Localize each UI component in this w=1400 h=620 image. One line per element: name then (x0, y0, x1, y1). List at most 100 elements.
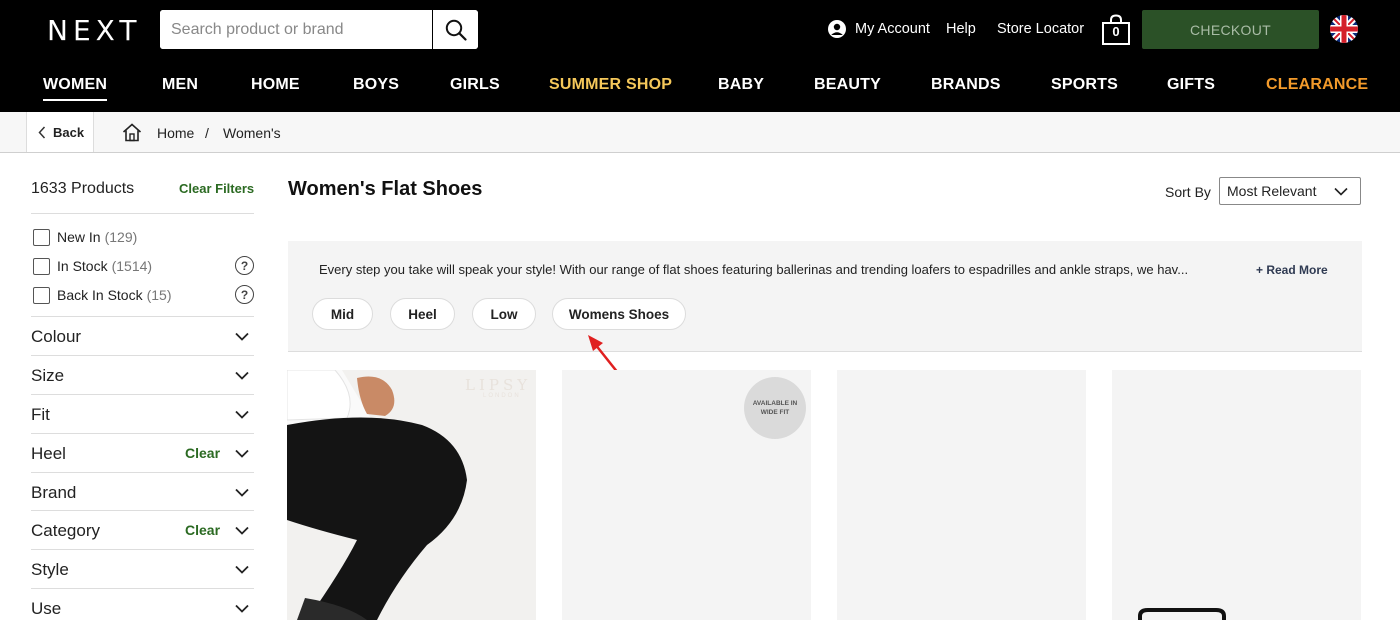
my-account-link[interactable]: My Account (828, 18, 930, 40)
filter-count: (15) (146, 287, 172, 303)
bag-count: 0 (1112, 24, 1120, 39)
product-card-1[interactable]: LIPSY LONDON (287, 370, 536, 620)
chevron-down-icon (235, 332, 249, 341)
facet-category[interactable]: Category Clear (31, 511, 254, 549)
nav-clearance[interactable]: CLEARANCE (1266, 76, 1368, 94)
help-link[interactable]: Help (946, 18, 976, 40)
nav-women[interactable]: WOMEN (43, 76, 108, 101)
next-logo[interactable]: NEXT (47, 14, 141, 47)
checkbox[interactable] (33, 286, 50, 304)
facet-use[interactable]: Use (31, 589, 254, 620)
nav-beauty[interactable]: BEAUTY (814, 76, 881, 94)
filter-new-in[interactable]: New In (129) (33, 228, 137, 246)
page-title: Women's Flat Shoes (288, 178, 483, 200)
sort-by-label: Sort By (1165, 184, 1211, 200)
nav-men[interactable]: MEN (162, 76, 198, 94)
filter-label: Back In Stock (57, 287, 143, 303)
facet-style[interactable]: Style (31, 550, 254, 588)
category-description-panel: Every step you take will speak your styl… (288, 241, 1362, 352)
nav-baby[interactable]: BABY (718, 76, 764, 94)
breadcrumb-current[interactable]: Women's (223, 125, 281, 141)
wide-fit-badge: AVAILABLE IN WIDE FIT (744, 377, 806, 439)
site-header: NEXT My Account Help Store Locator 0 CHE… (0, 0, 1400, 112)
breadcrumb-separator: / (205, 125, 209, 141)
back-label: Back (53, 124, 85, 140)
facet-label: Size (31, 366, 65, 385)
breadcrumb-home[interactable]: Home (157, 125, 194, 141)
product-card-3[interactable] (837, 370, 1086, 620)
facet-label: Use (31, 599, 62, 618)
question-mark-icon[interactable]: ? (235, 256, 254, 275)
account-icon (828, 20, 846, 38)
facet-label: Colour (31, 327, 82, 346)
facet-label: Fit (31, 405, 50, 424)
filter-back-in-stock[interactable]: Back In Stock (15) (33, 286, 172, 304)
product-count: 1633 Products (31, 180, 135, 197)
chevron-down-icon (235, 449, 249, 458)
facet-clear-link[interactable]: Clear (185, 522, 220, 538)
nav-girls[interactable]: GIRLS (450, 76, 500, 94)
chevron-left-icon (38, 125, 46, 139)
facet-clear-link[interactable]: Clear (185, 445, 220, 461)
filter-label: New In (57, 229, 101, 245)
nav-brands[interactable]: BRANDS (931, 76, 1001, 94)
shopping-bag-button[interactable]: 0 (1101, 14, 1131, 46)
chevron-down-icon (235, 488, 249, 497)
nav-sports[interactable]: SPORTS (1051, 76, 1118, 94)
chevron-down-icon (235, 604, 249, 613)
product-image (1138, 608, 1226, 620)
facet-label: Heel (31, 444, 66, 463)
chevron-down-icon (1334, 187, 1348, 196)
home-icon[interactable] (122, 123, 142, 142)
facet-size[interactable]: Size (31, 356, 254, 394)
chevron-down-icon (235, 565, 249, 574)
chip-womens-shoes[interactable]: Womens Shoes (552, 298, 686, 330)
filter-label: In Stock (57, 258, 108, 274)
search-input[interactable] (160, 10, 432, 49)
chevron-down-icon (235, 371, 249, 380)
search-icon (445, 19, 467, 41)
nav-summer-shop[interactable]: SUMMER SHOP (549, 76, 672, 94)
checkbox[interactable] (33, 257, 50, 275)
breadcrumb-bar: Back Home / Women's (0, 112, 1400, 153)
product-card-4[interactable] (1112, 370, 1361, 620)
facet-heel[interactable]: Heel Clear (31, 434, 254, 472)
back-button[interactable]: Back (26, 112, 94, 152)
filter-count: (129) (104, 229, 138, 245)
chevron-down-icon (235, 526, 249, 535)
facet-fit[interactable]: Fit (31, 395, 254, 433)
chip-mid[interactable]: Mid (312, 298, 373, 330)
product-image (287, 370, 536, 620)
my-account-label: My Account (855, 21, 930, 37)
checkout-button[interactable]: CHECKOUT (1142, 10, 1319, 49)
lipsy-logo: LIPSY (465, 376, 532, 394)
facet-label: Brand (31, 483, 77, 502)
category-description: Every step you take will speak your styl… (319, 262, 1189, 277)
nav-gifts[interactable]: GIFTS (1167, 76, 1215, 94)
search-button[interactable] (432, 10, 478, 49)
facet-brand[interactable]: Brand (31, 473, 254, 511)
chip-heel[interactable]: Heel (390, 298, 455, 330)
facet-label: Style (31, 560, 69, 579)
chip-low[interactable]: Low (472, 298, 536, 330)
checkbox[interactable] (33, 228, 50, 246)
question-mark-icon[interactable]: ? (235, 285, 254, 304)
read-more-link[interactable]: + Read More (1256, 263, 1328, 277)
nav-home[interactable]: HOME (251, 76, 300, 94)
clear-filters-link[interactable]: Clear Filters (179, 181, 254, 196)
filter-count: (1514) (111, 258, 153, 274)
product-card-2[interactable]: AVAILABLE IN WIDE FIT (562, 370, 811, 620)
uk-flag-icon (1330, 15, 1358, 43)
sort-value: Most Relevant (1227, 183, 1317, 199)
nav-boys[interactable]: BOYS (353, 76, 399, 94)
facet-colour[interactable]: Colour (31, 317, 254, 355)
filter-in-stock[interactable]: In Stock (1514) (33, 257, 152, 275)
chevron-down-icon (235, 410, 249, 419)
sort-by-select[interactable]: Most Relevant (1219, 177, 1361, 205)
category-nav: WOMEN MEN HOME BOYS GIRLS SUMMER SHOP BA… (0, 76, 1400, 101)
sidebar-divider (31, 213, 254, 214)
store-locator-link[interactable]: Store Locator (997, 18, 1084, 40)
country-selector[interactable] (1330, 15, 1358, 43)
facet-label: Category (31, 521, 100, 540)
search-bar (160, 10, 478, 49)
